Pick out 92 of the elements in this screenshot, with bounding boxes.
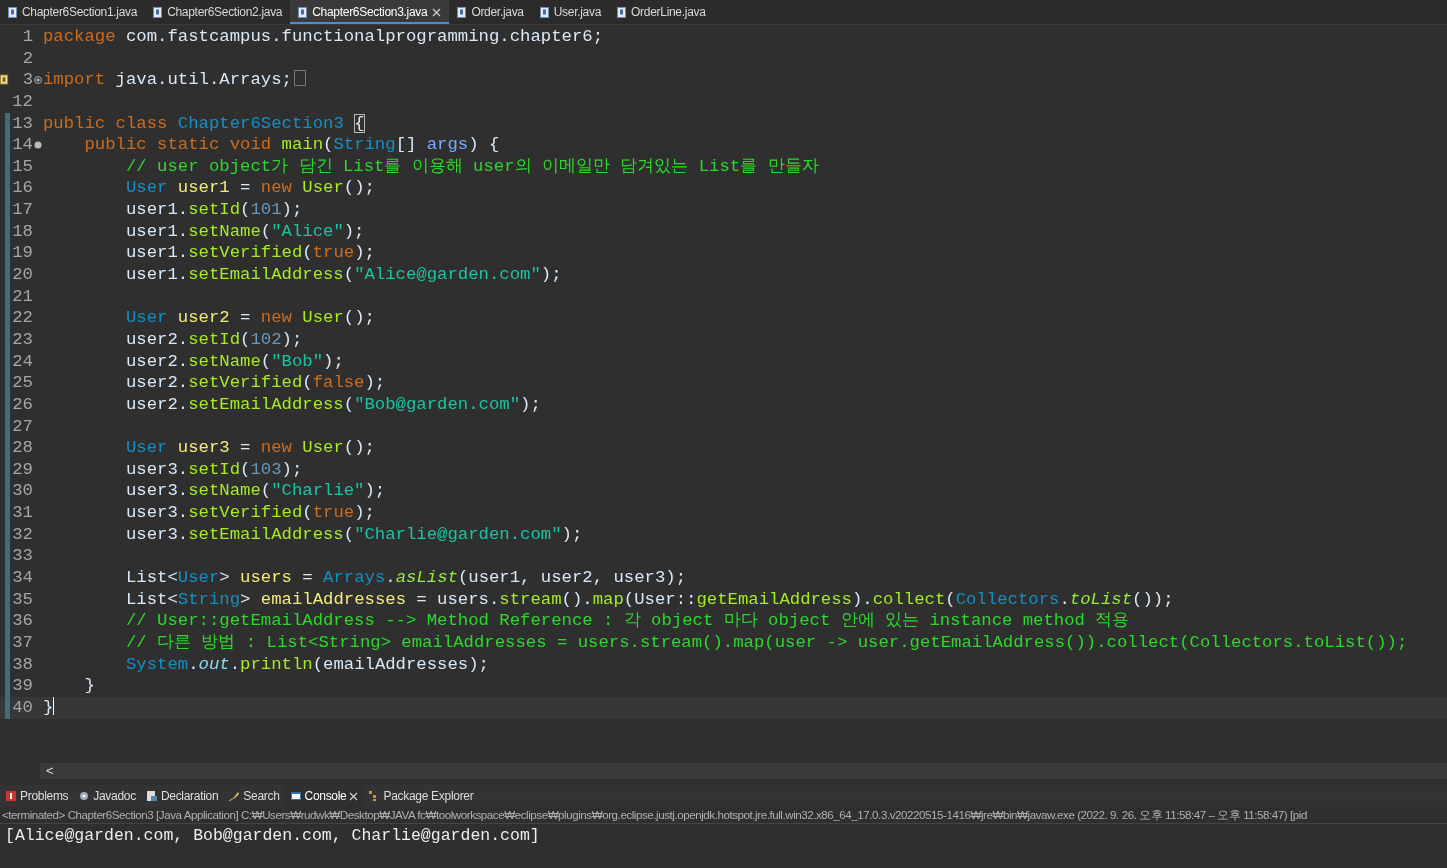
line-number: 1 <box>21 26 33 48</box>
editor-tab[interactable]: Order.java <box>449 0 532 24</box>
java-file-icon <box>8 6 17 18</box>
java-file-icon <box>153 6 163 18</box>
code-line: public class Chapter6Section3 { <box>43 112 366 135</box>
line-number: 33 <box>11 545 33 568</box>
line-number: 20 <box>11 264 33 286</box>
code-line: package com.fastcampus.functionalprogramming.chapter6; <box>43 26 604 48</box>
line-number: 23 <box>11 328 33 351</box>
code-line: import java.util.Arrays; <box>43 69 1447 91</box>
editor-tab[interactable]: Chapter6Section3.java <box>290 0 450 24</box>
code-line: } <box>83 675 96 697</box>
code-line: user1.setEmailAddress("Alice@garden.com"); <box>124 264 563 286</box>
quick-fix-icon[interactable] <box>0 74 9 87</box>
line-number: 25 <box>11 372 33 394</box>
line-number: 40 <box>11 696 33 719</box>
text-cursor <box>53 696 55 715</box>
java-file-icon <box>457 6 467 18</box>
collapse-icon[interactable] <box>34 141 42 149</box>
code-line: User user2 = new User(); <box>124 307 376 329</box>
line-number: 2 <box>21 47 33 70</box>
line-number: 35 <box>11 588 33 611</box>
code-line: user1.setName("Alice"); <box>124 220 366 243</box>
view-tab[interactable]: Declaration <box>140 785 224 807</box>
line-number: 31 <box>11 502 33 524</box>
line-number: 34 <box>11 567 33 589</box>
line-number: 37 <box>11 631 33 654</box>
code-line: // User::getEmailAddress --> Method Reference : 각 object 마다 object 안에 있는 instance method 적용 <box>124 610 1131 632</box>
java-file-icon <box>617 6 627 18</box>
view-tab[interactable]: Problems <box>0 785 74 807</box>
view-tab[interactable]: Console <box>284 785 364 807</box>
console-status: <terminated> Chapter6Section3 [Java Application] C:₩Users₩rudwk₩Desktop₩JAVA fc₩toolworkspace₩eclipse₩plugins₩org.eclipse.justj.openjdk.hotspot.jre.full.win32.x86_64_17.0.3.v20220515-1416₩jre₩bin₩javaw.exe (2022. 9. 26. 오후 11:58:47 – 오후 11:58:47) [pid <box>0 807 1447 824</box>
scroll-left-arrow[interactable]: < <box>46 763 54 778</box>
line-number: 22 <box>11 307 33 329</box>
view-tab[interactable]: Package Explorer <box>363 785 479 807</box>
code-line: // user object가 담긴 List를 이용해 user의 이메일만 담겨있는 List를 만들자 <box>124 155 820 178</box>
line-number: 39 <box>11 675 33 697</box>
declaration-icon <box>145 790 158 802</box>
code-line: user2.setVerified(false); <box>124 372 387 394</box>
line-number: 28 <box>11 437 33 459</box>
line-number: 29 <box>11 458 33 481</box>
line-number: 26 <box>11 393 33 416</box>
line-number: 15 <box>11 155 33 178</box>
folded-code-marker[interactable] <box>293 70 306 87</box>
line-number: 19 <box>11 242 33 265</box>
view-tab[interactable]: Search <box>223 785 285 807</box>
code-line: public static void main(String[] args) { <box>83 134 501 156</box>
line-number: 16 <box>11 177 33 200</box>
code-line: User user1 = new User(); <box>124 177 376 200</box>
code-line: List<User> users = Arrays.asList(user1, user2, user3); <box>124 567 688 589</box>
line-number: 30 <box>11 480 33 503</box>
code-line: user3.setVerified(true); <box>124 502 376 524</box>
expand-icon[interactable] <box>34 76 42 85</box>
code-line: User user3 = new User(); <box>124 437 376 459</box>
line-number: 17 <box>11 199 33 221</box>
line-number: 14 <box>11 134 33 156</box>
code-line: user2.setId(102); <box>124 328 304 351</box>
code-line: user1.setId(101); <box>124 199 304 221</box>
code-line: System.out.println(emailAddresses); <box>124 653 490 676</box>
code-line: // 다른 방법 : List<String> emailAddresses = users.stream().map(user -> user.getEmailAddress()).collect(Collectors.toList()); <box>124 631 1409 654</box>
code-line: user3.setId(103); <box>124 458 304 481</box>
code-line: user2.setEmailAddress("Bob@garden.com"); <box>124 393 542 416</box>
console-output: [Alice@garden.com, Bob@garden.com, Charlie@garden.com] <box>4 825 541 847</box>
java-file-icon <box>298 6 308 18</box>
editor-tab[interactable]: User.java <box>531 0 610 24</box>
line-number: 38 <box>11 653 33 676</box>
code-line: user2.setName("Bob"); <box>124 350 345 373</box>
line-number: 27 <box>11 415 33 438</box>
line-number: 18 <box>11 220 33 243</box>
code-line: List<String> emailAddresses = users.stream().map(User::getEmailAddress).collect(Collectors.toList()); <box>124 588 1175 611</box>
close-icon[interactable] <box>432 7 442 17</box>
line-number: 24 <box>11 350 33 373</box>
line-number: 13 <box>11 112 33 135</box>
problems-icon <box>5 790 17 802</box>
line-number: 32 <box>11 523 33 546</box>
line-number: 36 <box>11 610 33 632</box>
code-line: user1.setVerified(true); <box>124 242 376 265</box>
code-line: user3.setName("Charlie"); <box>124 480 387 503</box>
console-icon <box>289 790 302 802</box>
code-line: } <box>43 696 56 719</box>
view-tab[interactable]: Javadoc <box>73 785 141 807</box>
close-icon[interactable] <box>349 791 359 801</box>
code-line: user3.setEmailAddress("Charlie@garden.com"); <box>124 523 584 546</box>
editor-tab[interactable]: Chapter6Section1.java <box>0 0 146 24</box>
java-file-icon <box>539 6 549 18</box>
editor-tab[interactable]: Chapter6Section2.java <box>145 0 291 24</box>
line-number: 3 <box>21 69 33 91</box>
javadoc-icon <box>78 790 91 802</box>
editor-tab[interactable]: OrderLine.java <box>609 0 714 24</box>
line-number: 12 <box>11 90 33 113</box>
search-icon <box>228 790 241 802</box>
line-number: 21 <box>11 285 33 308</box>
